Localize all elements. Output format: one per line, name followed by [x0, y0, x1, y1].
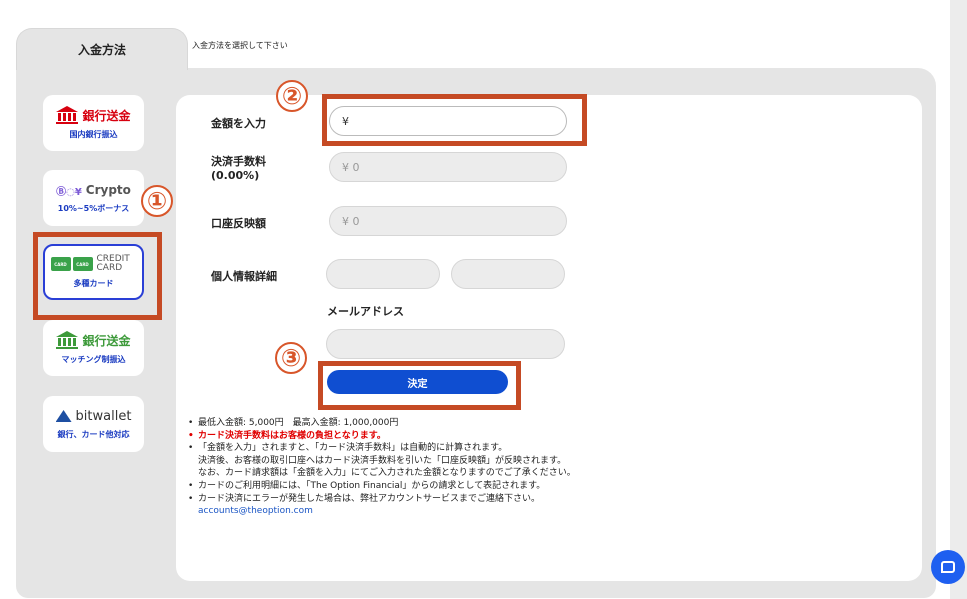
tab-deposit-method[interactable]: 入金方法	[16, 28, 188, 70]
note-fee-calc-2: 決済後、お客様の取引口座へはカード決済手数料を引いた「口座反映額」が反映されます…	[198, 455, 567, 466]
submit-button[interactable]: 決定	[327, 370, 508, 394]
method-subtitle: 国内銀行振込	[69, 130, 118, 139]
method-subtitle: 銀行、カード他対応	[57, 429, 130, 439]
note-fee-warning: カード決済手数料はお客様の負担となります。	[188, 430, 576, 443]
note-fee-calc: 「金額を入力」されますと、「カード決済手数料」は自動的に計算されます。	[188, 442, 576, 455]
tab-hint: 入金方法を選択して下さい	[192, 41, 288, 50]
chat-widget-button[interactable]	[931, 550, 965, 584]
email-label: メールアドレス	[327, 305, 404, 318]
method-title: 銀行送金	[82, 108, 131, 123]
step-2-badge: ②	[276, 80, 308, 112]
step-1-badge: ①	[141, 185, 173, 217]
crypto-icon: Ⓑ◌¥	[56, 186, 82, 198]
method-bank-transfer[interactable]: 銀行送金 国内銀行振込	[43, 95, 144, 151]
step-3-badge: ③	[275, 342, 307, 374]
note-limits: 最低入金額: 5,000円 最高入金額: 1,000,000円	[188, 417, 576, 430]
tab-deposit-method-label: 入金方法	[77, 43, 126, 57]
method-subtitle: 10%~5%ボーナス	[57, 203, 130, 213]
method-subtitle: マッチング制振込	[61, 355, 126, 364]
bank-icon	[56, 106, 79, 124]
reflect-label: 口座反映額	[211, 217, 266, 230]
email-input[interactable]	[326, 329, 565, 359]
method-matching-transfer[interactable]: 銀行送金 マッチング制振込	[43, 320, 144, 376]
method-title: CREDIT CARD	[96, 254, 130, 273]
bitwallet-icon	[55, 410, 72, 422]
method-credit-card[interactable]: CARD CARD CREDIT CARD 多種カード	[43, 244, 144, 300]
method-title: Crypto	[85, 183, 131, 197]
fee-rate: (0.00%)	[211, 169, 260, 182]
page-scrollbar[interactable]	[950, 0, 967, 599]
note-fee-calc-3: なお、カード請求額は「金額を入力」にてご入力された金額となりますのでご了承くださ…	[198, 468, 576, 479]
amount-input[interactable]	[355, 113, 566, 129]
method-subtitle: 多種カード	[73, 279, 114, 288]
reflect-field: ¥ 0	[329, 206, 567, 236]
support-email-link[interactable]: accounts@theoption.com	[188, 505, 576, 518]
currency-symbol: ¥	[342, 114, 349, 128]
method-crypto[interactable]: Ⓑ◌¥ Crypto 10%~5%ボーナス	[43, 170, 144, 226]
fee-field: ¥ 0	[329, 152, 567, 182]
fee-label: 決済手数料 (0.00%)	[211, 155, 266, 183]
notes-list: 最低入金額: 5,000円 最高入金額: 1,000,000円 カード決済手数料…	[188, 417, 576, 518]
first-name-input[interactable]	[326, 259, 440, 289]
amount-input-wrapper[interactable]: ¥	[329, 106, 567, 136]
method-title: 銀行送金	[82, 333, 131, 348]
credit-card-icon: CARD CARD	[50, 257, 93, 271]
amount-label: 金額を入力	[211, 117, 266, 130]
personal-label: 個人情報詳細	[211, 270, 277, 283]
note-statement: カードのご利用明細には、「The Option Financial」からの請求と…	[188, 480, 576, 493]
bank-icon	[56, 331, 79, 349]
method-title: bitwallet	[75, 408, 132, 424]
fee-label-text: 決済手数料	[211, 155, 266, 168]
method-bitwallet[interactable]: bitwallet 銀行、カード他対応	[43, 396, 144, 452]
chat-icon	[941, 561, 955, 573]
note-error: カード決済にエラーが発生した場合は、弊社アカウントサービスまでご連絡下さい。	[188, 493, 576, 506]
last-name-input[interactable]	[451, 259, 565, 289]
